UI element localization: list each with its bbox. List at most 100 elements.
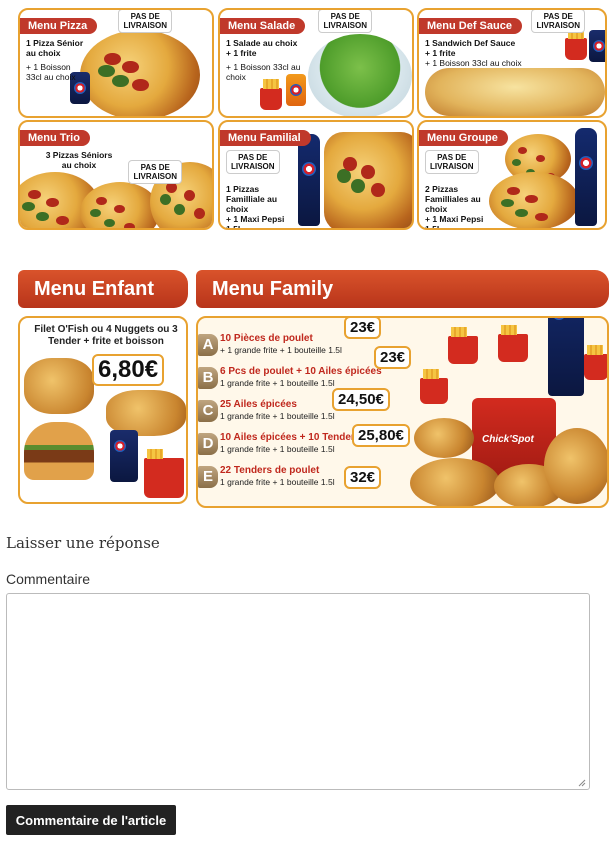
card-description: 3 Pizzas Séniors au choix: [34, 150, 124, 170]
card-title: Menu Pizza: [20, 18, 98, 34]
menu-card-groupe: Menu Groupe PAS DE LIVRAISON 2 Pizzas Fam…: [417, 120, 607, 230]
desc-small: + 1 Boisson 33cl au choix: [26, 62, 76, 82]
no-delivery-badge: PAS DE LIVRAISON: [128, 160, 182, 184]
pepsi-can-image: [110, 430, 138, 482]
desc-line2: + 1 frite: [226, 48, 257, 58]
pepsi-can-image: [589, 30, 605, 62]
fries-image: [448, 327, 478, 364]
salad-image: [308, 34, 412, 116]
row-title: 10 Pièces de poulet: [220, 333, 313, 344]
sandwich-image: [425, 68, 605, 116]
price-a: 23€: [344, 318, 382, 339]
card-description: 1 Sandwich Def Sauce + 1 frite + 1 Boisson…: [425, 38, 545, 68]
chicken-image: [544, 428, 607, 504]
row-letter: D: [198, 433, 218, 455]
badge-line2: LIVRAISON: [133, 172, 177, 181]
desc-line2: au choix: [26, 48, 61, 58]
no-delivery-badge: PAS DE LIVRAISON: [531, 10, 585, 33]
pizza-image: [324, 132, 412, 228]
card-title: Menu Groupe: [419, 130, 508, 146]
menu-family-box: A 10 Pièces de poulet + 1 grande frite +…: [196, 316, 609, 508]
price-e: 32€: [344, 466, 382, 489]
card-description: 1 Pizzas Familliale au choix + 1 Maxi Pep…: [226, 184, 300, 230]
fries-image: [420, 369, 448, 404]
badge-line2: LIVRAISON: [430, 162, 474, 171]
fries-image: [584, 345, 607, 380]
desc-small: + 1 Boisson 33cl au choix: [226, 62, 301, 82]
fries-image: [260, 79, 282, 110]
row-title: 22 Tenders de poulet: [220, 465, 320, 476]
menu-enfant-description: Filet O'Fish ou 4 Nuggets ou 3 Tender + …: [34, 324, 178, 347]
badge-line2: LIVRAISON: [323, 21, 367, 30]
badge-line1: PAS DE: [437, 153, 467, 162]
badge-line1: PAS DE: [140, 163, 170, 172]
menu-family-banner: Menu Family: [196, 270, 609, 308]
menu-card-trio: Menu Trio PAS DE LIVRAISON 3 Pizzas Sénio…: [18, 120, 214, 230]
menu-image-top: Menu Pizza PAS DE LIVRAISON 1 Pizza Sénio…: [18, 0, 609, 232]
pizza-image: [80, 182, 160, 228]
badge-line2: LIVRAISON: [123, 21, 167, 30]
no-delivery-badge: PAS DE LIVRAISON: [226, 150, 280, 174]
price-c: 24,50€: [332, 388, 390, 411]
desc-line1: 1 Pizza Sénior: [26, 38, 84, 48]
card-title: Menu Familial: [220, 130, 311, 146]
menu-enfant-banner: Menu Enfant: [18, 270, 188, 308]
no-delivery-badge: PAS DE LIVRAISON: [425, 150, 479, 174]
burger-image: [24, 422, 94, 480]
menu-enfant-box: Filet O'Fish ou 4 Nuggets ou 3 Tender + …: [18, 316, 188, 504]
comment-textarea[interactable]: [6, 593, 590, 790]
fries-image: [498, 325, 528, 362]
desc-line1: 1 Salade au choix: [226, 38, 298, 48]
row-detail: 1 grande frite + 1 bouteille 1.5l: [220, 444, 335, 454]
card-title: Menu Salade: [220, 18, 306, 34]
row-detail: 1 grande frite + 1 bouteille 1.5l: [220, 477, 335, 487]
row-letter: B: [198, 367, 218, 389]
menu-card-salade: Menu Salade PAS DE LIVRAISON 1 Salade au …: [218, 8, 414, 118]
pepsi-bottle-image: [575, 128, 597, 226]
desc-line2: + 1 frite: [425, 48, 456, 58]
row-title: 25 Ailes épicées: [220, 399, 297, 410]
row-letter: E: [198, 466, 218, 488]
badge-line1: PAS DE: [238, 153, 268, 162]
badge-line1: PAS DE: [330, 12, 360, 21]
desc-line1: 3 Pizzas Séniors: [45, 150, 113, 160]
menu-image-bottom: Menu Enfant Menu Family Filet O'Fish ou …: [18, 270, 609, 508]
chicken-image: [410, 458, 500, 506]
row-title: 6 Pcs de poulet + 10 Ailes épicées: [220, 366, 382, 377]
desc-line1: 1 Sandwich Def Sauce: [425, 38, 516, 48]
comment-label: Commentaire: [6, 571, 91, 587]
card-description: 1 Salade au choix + 1 frite + 1 Boisson 33…: [226, 38, 316, 82]
fries-image: [144, 449, 184, 498]
pepsi-bottle-image: [548, 318, 584, 396]
row-letter: A: [198, 334, 218, 356]
row-title: 10 Ailes épicées + 10 Tenders: [220, 432, 361, 443]
no-delivery-badge: PAS DE LIVRAISON: [318, 10, 372, 33]
menu-card-def-sauce: Menu Def Sauce PAS DE LIVRAISON 1 Sandwic…: [417, 8, 607, 118]
fries-image: [565, 29, 587, 60]
menu-enfant-price: 6,80€: [92, 354, 165, 386]
badge-line1: PAS DE: [130, 12, 160, 21]
pizza-image: [489, 172, 579, 228]
desc-line1: 2 Pizzas Familliales au choix: [425, 184, 481, 214]
nuggets-image: [24, 358, 94, 414]
badge-line2: LIVRAISON: [536, 21, 580, 30]
row-detail: + 1 grande frite + 1 bouteille 1.5l: [220, 345, 342, 355]
desc-line2: + 1 Maxi Pepsi 1,5L: [425, 214, 484, 230]
card-title: Menu Def Sauce: [419, 18, 522, 34]
price-d: 25,80€: [352, 424, 410, 447]
no-delivery-badge: PAS DE LIVRAISON: [118, 10, 172, 33]
chicken-image: [414, 418, 474, 458]
submit-comment-button[interactable]: Commentaire de l'article: [6, 805, 176, 835]
desc-line2: + 1 Maxi Pepsi 1,5L: [226, 214, 285, 230]
desc-line2: au choix: [61, 160, 97, 170]
desc-small: + 1 Boisson 33cl au choix: [425, 58, 522, 68]
price-b: 23€: [374, 346, 412, 369]
card-description: 1 Pizza Sénior au choix + 1 Boisson 33cl a…: [26, 38, 88, 82]
row-letter: C: [198, 400, 218, 422]
card-description: 2 Pizzas Familliales au choix + 1 Maxi Pe…: [425, 184, 489, 230]
menu-card-pizza: Menu Pizza PAS DE LIVRAISON 1 Pizza Sénio…: [18, 8, 214, 118]
menu-card-familial: Menu Familial PAS DE LIVRAISON 1 Pizzas F…: [218, 120, 414, 230]
desc-line1: 1 Pizzas Familliale au choix: [226, 184, 278, 214]
reply-heading: Laisser une réponse: [6, 534, 160, 552]
card-title: Menu Trio: [20, 130, 90, 146]
